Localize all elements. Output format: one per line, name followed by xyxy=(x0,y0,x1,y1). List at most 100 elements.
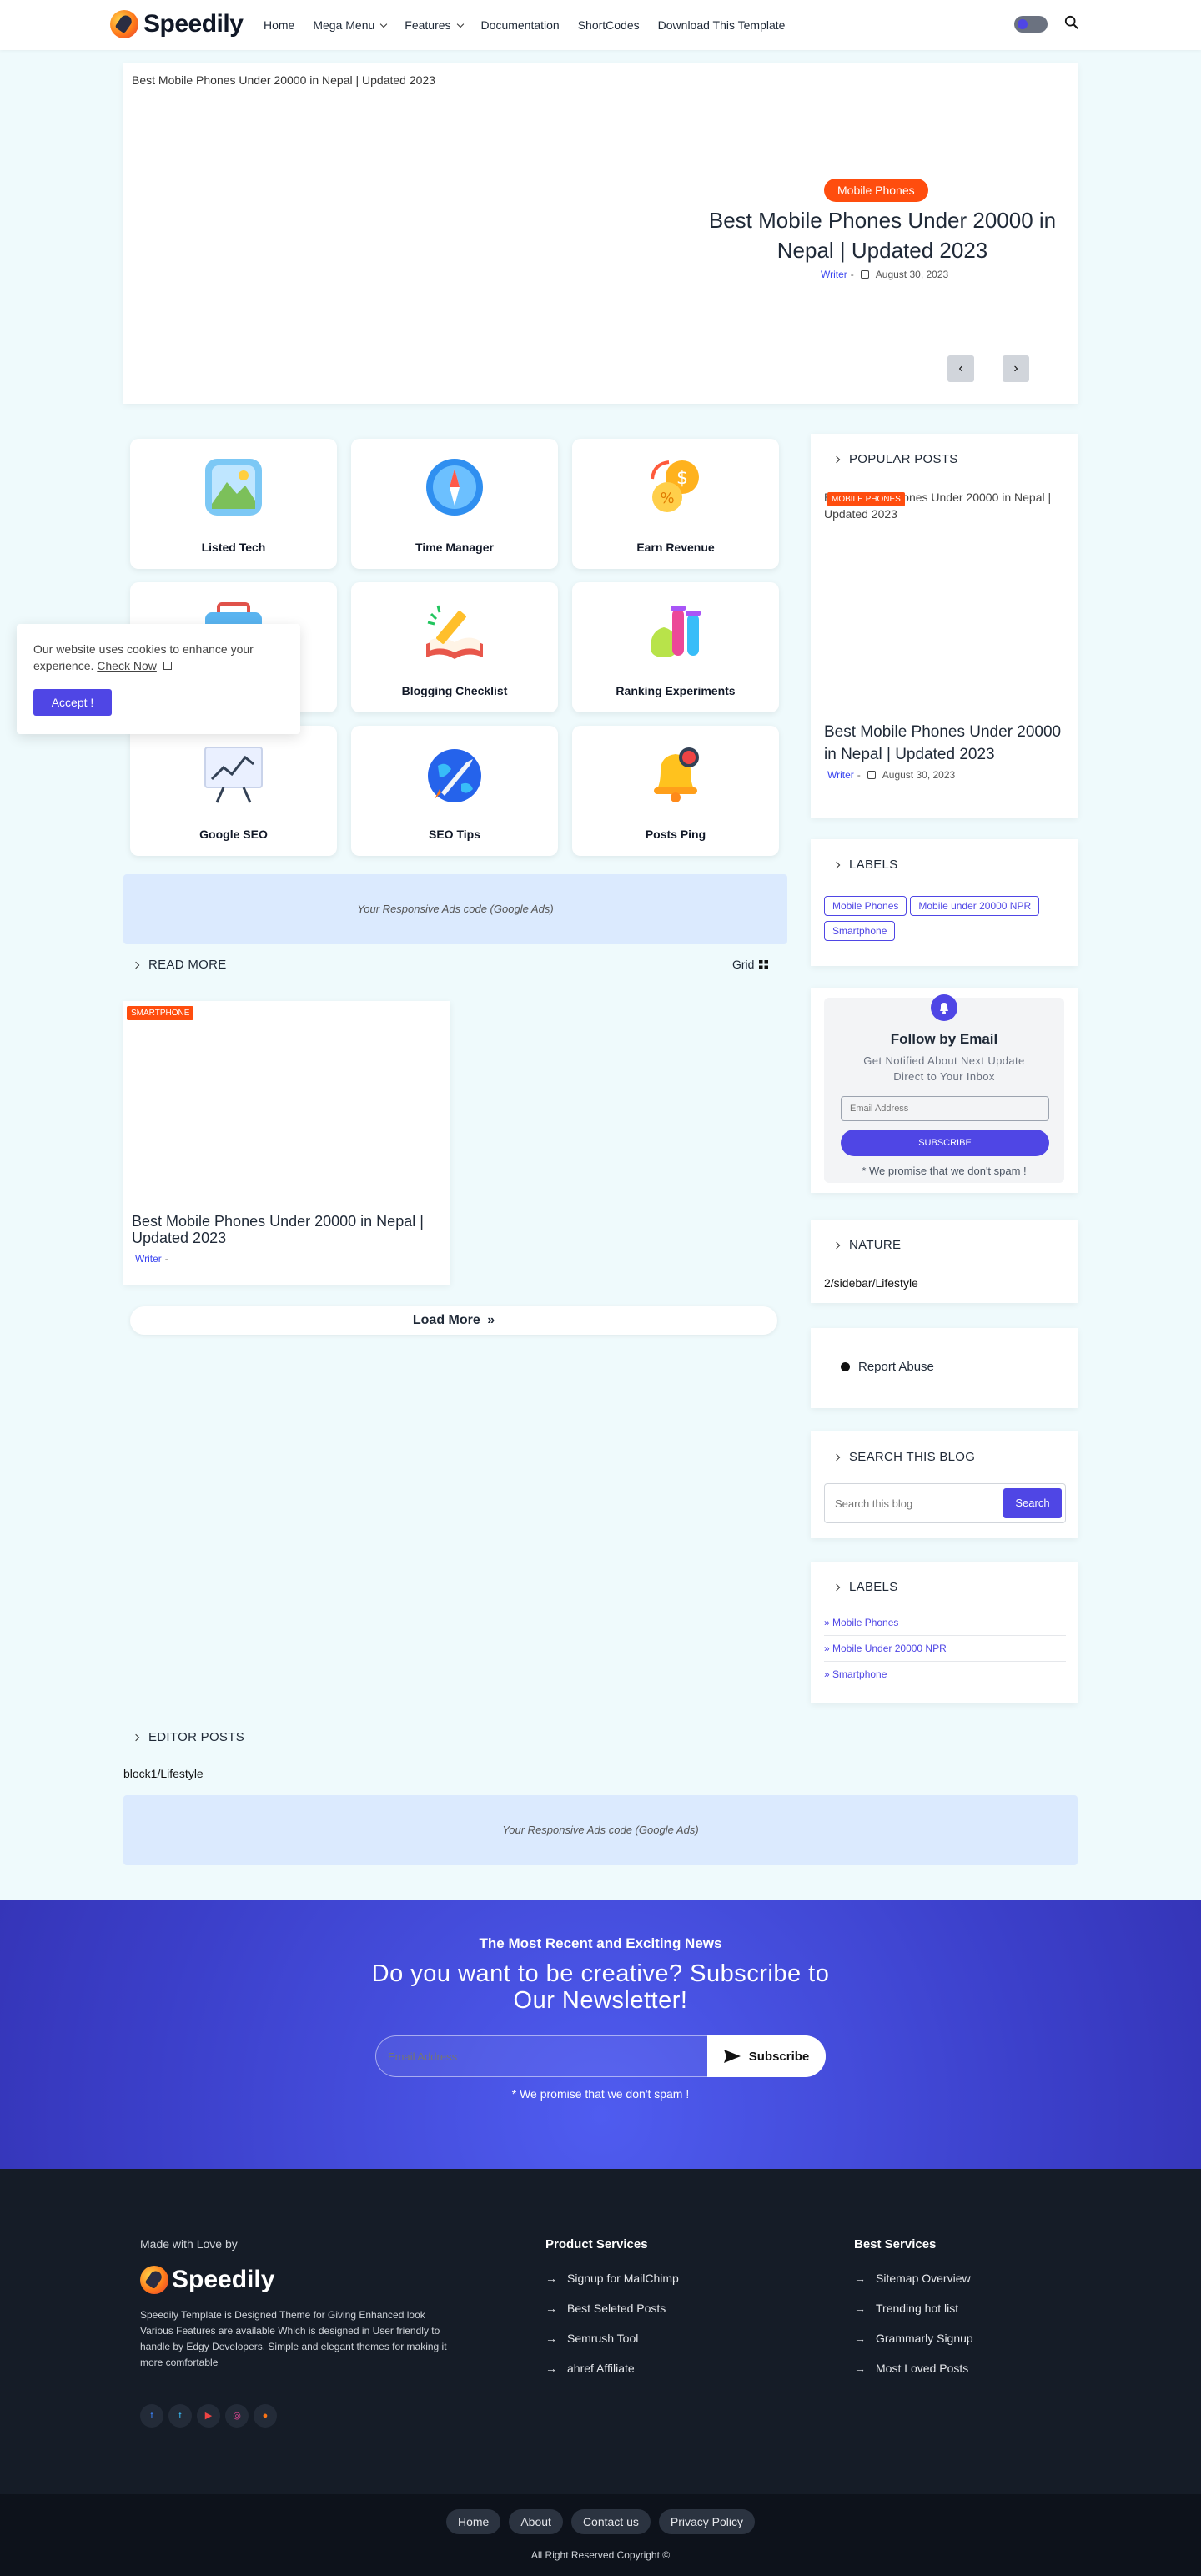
twitter-icon[interactable]: t xyxy=(168,2404,192,2428)
arrow-right-icon: → xyxy=(854,2272,866,2285)
feature-card-listed-tech[interactable]: Listed Tech xyxy=(130,439,337,569)
site-logo[interactable]: Speedily xyxy=(110,10,244,38)
search-button[interactable]: Search xyxy=(1003,1488,1062,1518)
cookie-accept-button[interactable]: Accept ! xyxy=(33,689,112,716)
author-link[interactable]: Writer xyxy=(135,1253,162,1265)
arrow-right-icon: → xyxy=(854,2362,866,2375)
arrow-right-icon: → xyxy=(854,2302,866,2315)
follow-title: Follow by Email xyxy=(890,1031,998,1047)
blog-search-input[interactable] xyxy=(828,1487,995,1519)
feature-card-seo-tips[interactable]: SEO Tips xyxy=(351,726,558,856)
arrow-right-icon: → xyxy=(545,2332,557,2345)
footer-link[interactable]: → Signup for MailChimp xyxy=(545,2272,762,2285)
dark-mode-toggle[interactable] xyxy=(1014,16,1048,33)
bottom-link-home[interactable]: Home xyxy=(445,2509,501,2534)
calendar-icon xyxy=(860,270,869,279)
load-more-button[interactable]: Load More » xyxy=(130,1306,777,1335)
footer-link[interactable]: → Best Seleted Posts xyxy=(545,2302,762,2315)
footer-link[interactable]: → ahref Affiliate xyxy=(545,2362,762,2375)
feature-card-earn-revenue[interactable]: $% Earn Revenue xyxy=(572,439,779,569)
subscribe-button[interactable]: SUBSCRIBE xyxy=(841,1130,1049,1156)
follow-email-box: Follow by Email Get Notified About Next … xyxy=(824,994,1064,1183)
hero-title[interactable]: Best Mobile Phones Under 20000 in Nepal … xyxy=(707,205,1058,265)
meta-separator: - xyxy=(850,269,854,280)
labels-list: » Mobile Phones » Mobile Under 20000 NPR… xyxy=(824,1610,1066,1687)
feature-card-time-manager[interactable]: Time Manager xyxy=(351,439,558,569)
labels-list-widget: LABELS » Mobile Phones » Mobile Under 20… xyxy=(811,1562,1078,1703)
nav-download[interactable]: Download This Template xyxy=(658,18,786,32)
label-list-item[interactable]: » Mobile Phones xyxy=(824,1610,1066,1636)
feature-card-google-seo[interactable]: Google SEO xyxy=(130,726,337,856)
copyright: All Right Reserved Copyright © xyxy=(530,2549,671,2561)
alert-icon xyxy=(841,1362,850,1371)
hero-category-badge[interactable]: Mobile Phones xyxy=(824,179,928,202)
rocket-logo-icon xyxy=(110,10,138,38)
reddit-icon[interactable]: ● xyxy=(254,2404,277,2428)
footer-link[interactable]: → Trending hot list xyxy=(854,2302,1063,2315)
hero-image-alt: Best Mobile Phones Under 20000 in Nepal … xyxy=(132,73,435,87)
label-list-item[interactable]: » Mobile Under 20000 NPR xyxy=(824,1636,1066,1662)
slider-prev-button[interactable]: ‹ xyxy=(947,355,974,382)
feature-label: Listed Tech xyxy=(201,541,266,554)
chevron-right-icon xyxy=(832,1241,841,1249)
site-header: Speedily Home Mega Menu Features Documen… xyxy=(0,0,1201,50)
read-more-heading: READ MORE xyxy=(132,958,227,972)
section-title: POPULAR POSTS xyxy=(849,452,958,466)
popular-title[interactable]: Best Mobile Phones Under 20000 in Nepal … xyxy=(824,721,1068,766)
report-abuse-link[interactable]: Report Abuse xyxy=(841,1360,934,1374)
footer-link[interactable]: → Sitemap Overview xyxy=(854,2272,1063,2285)
nav-documentation[interactable]: Documentation xyxy=(481,18,560,32)
footer-link[interactable]: → Most Loved Posts xyxy=(854,2362,1063,2375)
section-title: LABELS xyxy=(849,858,898,872)
instagram-icon[interactable]: ◎ xyxy=(225,2404,249,2428)
footer-col-title: Product Services xyxy=(545,2237,648,2251)
chart-board-icon xyxy=(204,747,263,803)
follow-email-input[interactable] xyxy=(841,1096,1049,1121)
bottom-link-contact[interactable]: Contact us xyxy=(570,2509,651,2534)
nav-mega-menu[interactable]: Mega Menu xyxy=(313,18,388,32)
feature-card-ranking-experiments[interactable]: Ranking Experiments xyxy=(572,582,779,712)
nav-features[interactable]: Features xyxy=(405,18,464,32)
hero-slider[interactable]: Best Mobile Phones Under 20000 in Nepal … xyxy=(123,63,1078,404)
coins-icon: $% xyxy=(651,460,699,512)
tag-mobile-phones[interactable]: Mobile Phones xyxy=(824,896,907,916)
youtube-icon[interactable]: ▶ xyxy=(197,2404,220,2428)
rocket-globe-icon xyxy=(428,749,481,802)
footer-link[interactable]: → Semrush Tool xyxy=(545,2332,762,2345)
search-icon[interactable] xyxy=(1064,15,1079,30)
feature-card-posts-ping[interactable]: Posts Ping xyxy=(572,726,779,856)
post-badge[interactable]: SMARTPHONE xyxy=(127,1006,194,1020)
slider-next-button[interactable]: › xyxy=(1003,355,1029,382)
footer-logo[interactable]: Speedily xyxy=(140,2266,274,2294)
tag-mobile-under-20000[interactable]: Mobile under 20000 NPR xyxy=(910,896,1040,916)
feature-label: SEO Tips xyxy=(429,828,480,841)
bottom-link-privacy[interactable]: Privacy Policy xyxy=(658,2509,756,2534)
widget-heading: NATURE xyxy=(832,1238,901,1252)
feature-card-blogging-checklist[interactable]: Blogging Checklist xyxy=(351,582,558,712)
post-card[interactable]: SMARTPHONE Best Mobile Phones Under 2000… xyxy=(123,1001,450,1285)
nav-home[interactable]: Home xyxy=(264,18,294,32)
nav-shortcodes[interactable]: ShortCodes xyxy=(578,18,640,32)
author-link[interactable]: Writer xyxy=(821,269,847,280)
author-link[interactable]: Writer xyxy=(827,769,854,781)
gallery-icon xyxy=(205,459,262,516)
footer-link[interactable]: → Grammarly Signup xyxy=(854,2332,1063,2345)
footer-col-services: Best Services → Sitemap Overview → Trendin… xyxy=(854,2237,1063,2392)
tag-smartphone[interactable]: Smartphone xyxy=(824,921,896,941)
newsletter-email-input[interactable] xyxy=(388,2045,688,2068)
newsletter-section: The Most Recent and Exciting News Do you… xyxy=(0,1900,1201,2169)
label-list-item[interactable]: » Smartphone xyxy=(824,1662,1066,1687)
post-title[interactable]: Best Mobile Phones Under 20000 in Nepal … xyxy=(132,1213,440,1246)
ad-placeholder: Your Responsive Ads code (Google Ads) xyxy=(123,874,787,944)
popular-badge[interactable]: MOBILE PHONES xyxy=(827,492,905,506)
bottom-link-about[interactable]: About xyxy=(509,2509,563,2534)
footer-link-label: Semrush Tool xyxy=(567,2332,639,2345)
search-box: Search xyxy=(824,1483,1066,1523)
feature-label: Posts Ping xyxy=(645,828,706,841)
view-toggle[interactable]: Grid xyxy=(732,958,769,971)
facebook-icon[interactable]: f xyxy=(140,2404,163,2428)
newsletter-subscribe-button[interactable]: Subscribe xyxy=(707,2035,826,2077)
cookie-check-now-link[interactable]: Check Now xyxy=(97,659,157,672)
arrow-right-icon: → xyxy=(545,2362,557,2375)
popular-posts-widget: POPULAR POSTS Best Mobile Phones Under 2… xyxy=(811,434,1078,818)
